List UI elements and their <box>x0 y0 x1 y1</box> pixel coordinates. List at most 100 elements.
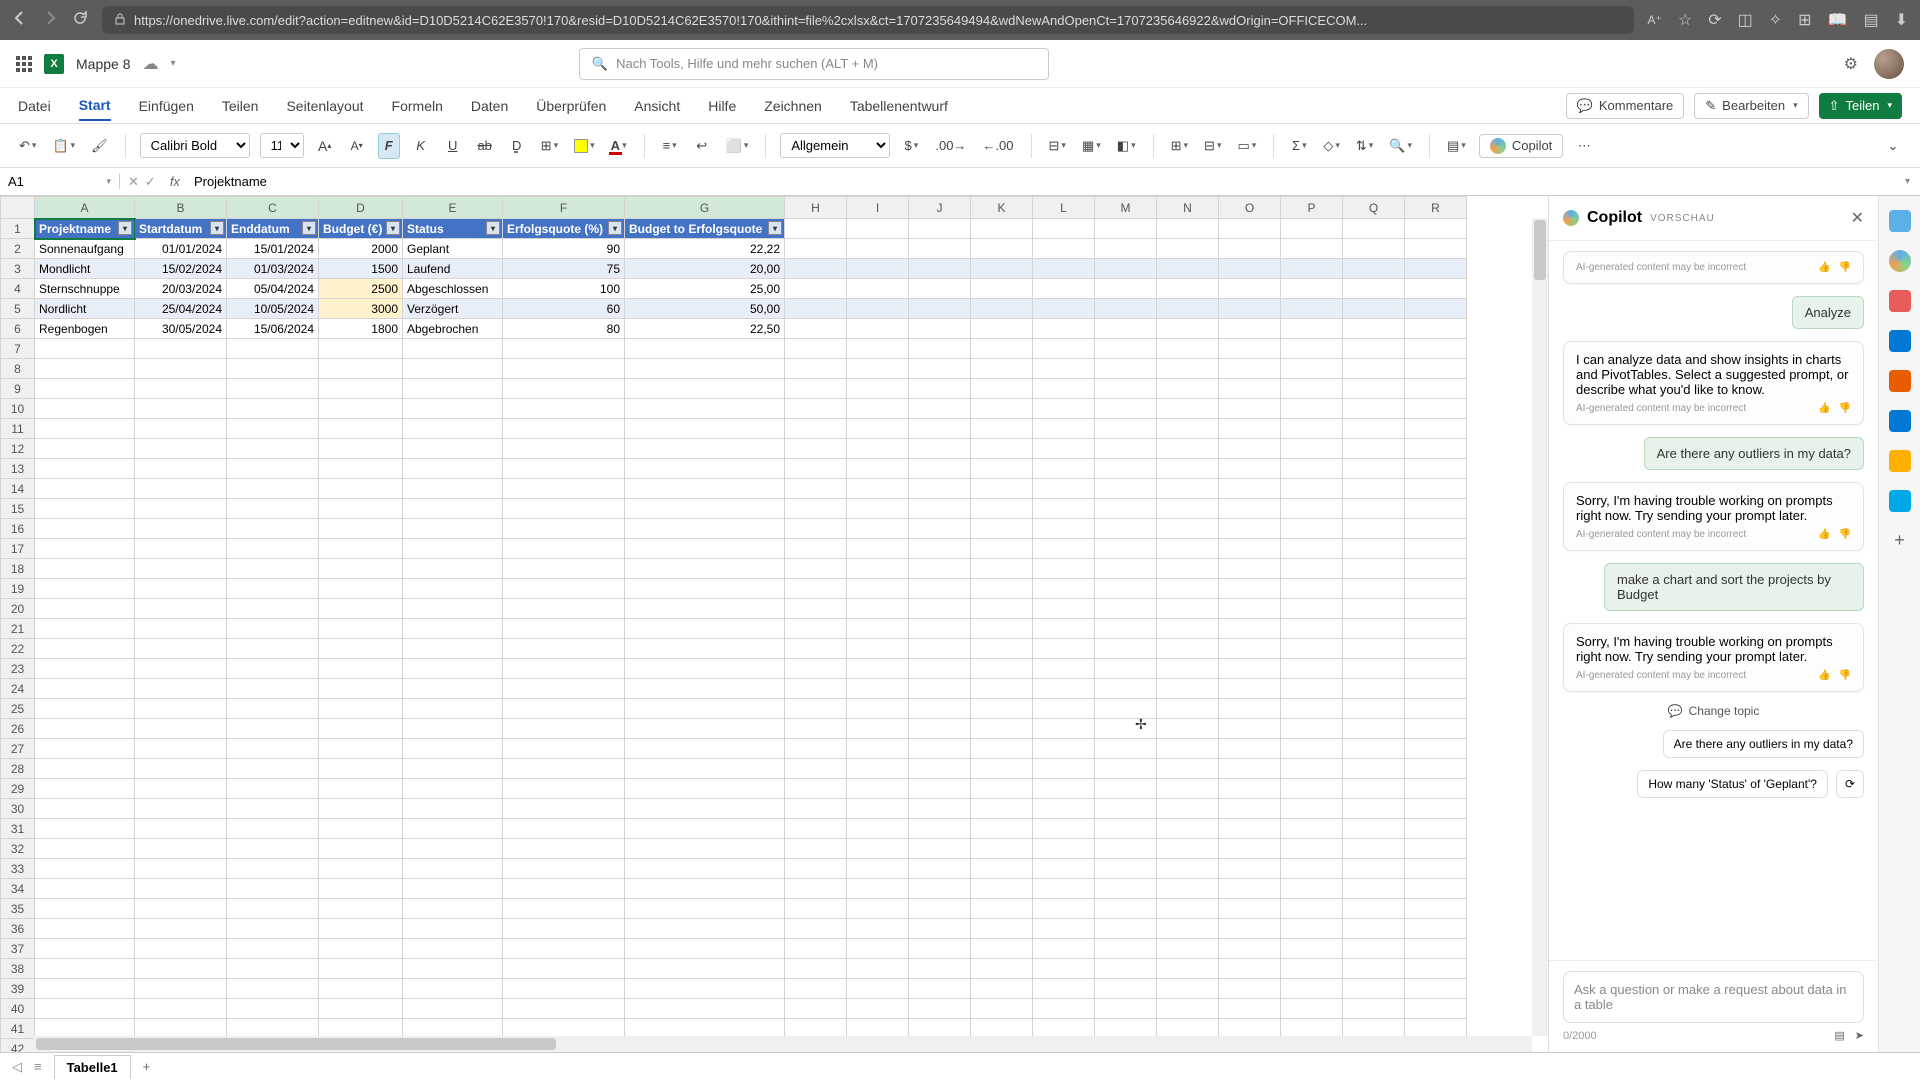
cell[interactable] <box>1033 639 1095 659</box>
search-box[interactable]: 🔍 Nach Tools, Hilfe und mehr suchen (ALT… <box>579 48 1049 80</box>
cell[interactable] <box>1033 719 1095 739</box>
cell[interactable] <box>1157 219 1219 239</box>
cell[interactable] <box>1281 699 1343 719</box>
cell[interactable] <box>625 979 785 999</box>
cell[interactable] <box>503 819 625 839</box>
cell[interactable] <box>1033 419 1095 439</box>
col-header-C[interactable]: C <box>227 197 319 219</box>
cell[interactable] <box>227 459 319 479</box>
cell[interactable] <box>503 459 625 479</box>
cell[interactable] <box>35 879 135 899</box>
name-box[interactable]: A1▾ <box>0 174 120 189</box>
cell[interactable] <box>1405 459 1467 479</box>
cell[interactable] <box>847 319 909 339</box>
col-header-E[interactable]: E <box>403 197 503 219</box>
col-header-M[interactable]: M <box>1095 197 1157 219</box>
cell[interactable] <box>971 999 1033 1019</box>
cell[interactable] <box>135 599 227 619</box>
cell[interactable]: 20/03/2024 <box>135 279 227 299</box>
cell[interactable] <box>1095 899 1157 919</box>
cell[interactable] <box>909 459 971 479</box>
thumbs-down-icon[interactable]: 👎 <box>1839 529 1851 540</box>
cell[interactable] <box>847 359 909 379</box>
cell[interactable] <box>319 539 403 559</box>
cell[interactable] <box>785 299 847 319</box>
cell[interactable] <box>1219 859 1281 879</box>
cell[interactable] <box>319 799 403 819</box>
cell[interactable] <box>319 999 403 1019</box>
cell[interactable] <box>227 779 319 799</box>
cell[interactable] <box>909 659 971 679</box>
row-header-3[interactable]: 3 <box>1 259 35 279</box>
cell[interactable] <box>35 859 135 879</box>
cell[interactable] <box>625 959 785 979</box>
cell[interactable] <box>1219 299 1281 319</box>
cell[interactable] <box>971 759 1033 779</box>
cell[interactable] <box>35 759 135 779</box>
cell[interactable] <box>503 619 625 639</box>
cell[interactable] <box>227 699 319 719</box>
cell[interactable] <box>971 619 1033 639</box>
cell[interactable] <box>971 959 1033 979</box>
cell[interactable] <box>1095 339 1157 359</box>
rail-search-icon[interactable] <box>1889 210 1911 232</box>
cell[interactable] <box>1095 879 1157 899</box>
app-launcher-icon[interactable] <box>16 56 32 72</box>
cell[interactable]: 25/04/2024 <box>135 299 227 319</box>
cell[interactable] <box>785 819 847 839</box>
cell[interactable] <box>909 559 971 579</box>
cell[interactable] <box>1405 479 1467 499</box>
cell[interactable] <box>503 979 625 999</box>
cell[interactable] <box>227 839 319 859</box>
cell[interactable] <box>1095 319 1157 339</box>
cell[interactable] <box>135 499 227 519</box>
collections-icon[interactable]: ✧ <box>1769 10 1782 30</box>
cell[interactable] <box>35 699 135 719</box>
cell[interactable] <box>1405 839 1467 859</box>
cell[interactable] <box>1095 979 1157 999</box>
cell[interactable] <box>227 799 319 819</box>
cell[interactable] <box>909 999 971 1019</box>
cell[interactable] <box>785 279 847 299</box>
cell[interactable] <box>1219 599 1281 619</box>
cell[interactable] <box>1281 979 1343 999</box>
cell[interactable] <box>227 879 319 899</box>
filter-icon[interactable]: ▾ <box>486 221 500 235</box>
cell[interactable] <box>1405 859 1467 879</box>
cell[interactable] <box>1157 779 1219 799</box>
row-header-33[interactable]: 33 <box>1 859 35 879</box>
cell[interactable] <box>227 359 319 379</box>
cell[interactable] <box>971 339 1033 359</box>
cell[interactable] <box>135 639 227 659</box>
cell[interactable]: Abgebrochen <box>403 319 503 339</box>
cell[interactable] <box>971 839 1033 859</box>
cell[interactable] <box>847 859 909 879</box>
cell[interactable] <box>35 479 135 499</box>
cell[interactable] <box>319 659 403 679</box>
cell[interactable] <box>785 739 847 759</box>
cell[interactable] <box>1281 999 1343 1019</box>
app-icon[interactable]: ▤ <box>1863 10 1878 30</box>
cell[interactable] <box>403 519 503 539</box>
cell[interactable] <box>1033 859 1095 879</box>
cell[interactable] <box>785 339 847 359</box>
cell[interactable] <box>909 299 971 319</box>
cell[interactable] <box>227 859 319 879</box>
cell[interactable] <box>1095 619 1157 639</box>
cell[interactable] <box>227 499 319 519</box>
cell[interactable] <box>403 939 503 959</box>
cell[interactable] <box>1343 239 1405 259</box>
cell[interactable] <box>785 619 847 639</box>
cell[interactable] <box>1095 599 1157 619</box>
cell[interactable] <box>1095 919 1157 939</box>
thumbs-down-icon[interactable]: 👎 <box>1839 262 1851 273</box>
cell[interactable] <box>135 799 227 819</box>
share-button[interactable]: ⇧Teilen▾ <box>1819 93 1902 119</box>
col-header-B[interactable]: B <box>135 197 227 219</box>
cell[interactable] <box>785 839 847 859</box>
cell[interactable] <box>227 659 319 679</box>
cell[interactable] <box>503 779 625 799</box>
cell[interactable] <box>1033 839 1095 859</box>
cell[interactable] <box>403 759 503 779</box>
close-icon[interactable]: ✕ <box>1851 208 1864 228</box>
